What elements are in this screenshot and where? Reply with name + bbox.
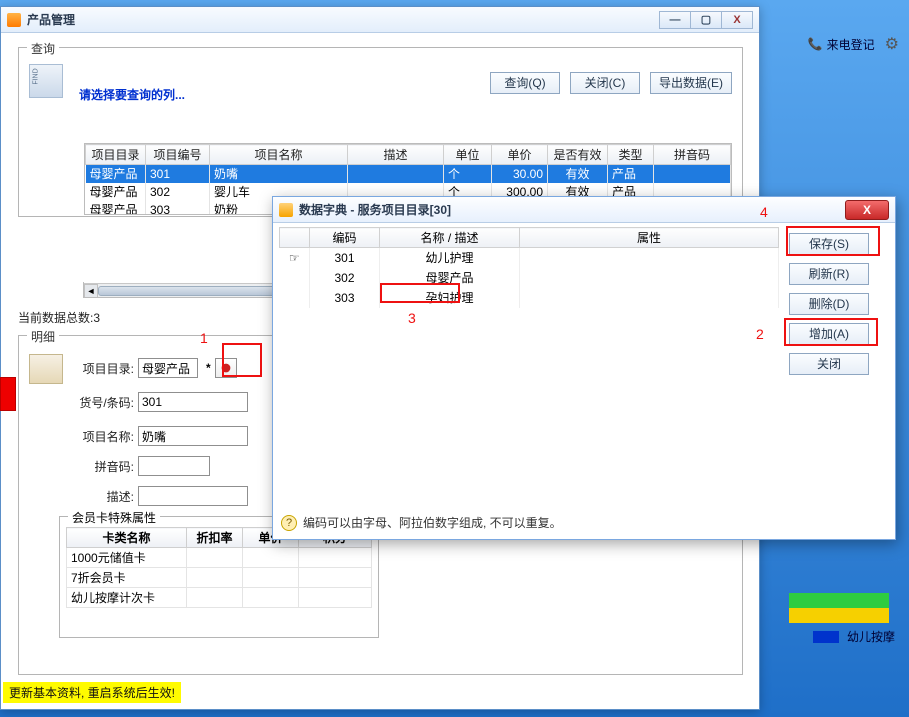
table-row[interactable]: 303 孕妇护理 <box>280 288 779 308</box>
caller-label: 来电登记 <box>827 36 875 53</box>
find-icon <box>29 64 63 98</box>
green-swatch <box>789 593 889 608</box>
pinyin-field[interactable] <box>138 456 210 476</box>
minimize-button[interactable]: — <box>659 11 691 29</box>
table-row[interactable]: 1000元储值卡 <box>67 548 372 568</box>
col-unit[interactable]: 单位 <box>444 145 492 165</box>
desc-field[interactable] <box>138 486 248 506</box>
maximize-button[interactable]: ▢ <box>690 11 722 29</box>
window-title: 产品管理 <box>27 11 75 28</box>
col-category[interactable]: 项目目录 <box>86 145 146 165</box>
caller-registration[interactable]: 📞 来电登记 ⚙ <box>808 34 899 54</box>
category-label: 项目目录: <box>74 360 134 377</box>
gear-icon[interactable]: ⚙ <box>885 34 899 54</box>
window-controls: — ▢ X <box>660 11 753 29</box>
query-legend: 查询 <box>27 40 59 57</box>
col-name[interactable]: 项目名称 <box>210 145 348 165</box>
code-label: 货号/条码: <box>74 394 134 411</box>
dlg-col-code[interactable]: 编码 <box>310 228 380 248</box>
refresh-button[interactable]: 刷新(R) <box>789 263 869 285</box>
pinyin-label: 拼音码: <box>74 458 134 475</box>
required-mark: * <box>206 361 211 375</box>
col-valid[interactable]: 是否有效 <box>548 145 608 165</box>
dlg-col-pointer <box>280 228 310 248</box>
dialog-close-button[interactable]: X <box>845 200 889 220</box>
dialog-title: 数据字典 - 服务项目目录[30] <box>299 201 451 218</box>
status-message: 更新基本资料, 重启系统后生效! <box>3 682 181 703</box>
export-button[interactable]: 导出数据(E) <box>650 72 732 94</box>
dialog-hint: ? 编码可以由字母、阿拉伯数字组成, 不可以重复。 <box>281 514 562 531</box>
app-icon <box>7 13 21 27</box>
legend-row: 幼儿按摩 <box>813 628 895 645</box>
hint-icon: ? <box>281 515 297 531</box>
annotation-number-3: 3 <box>408 310 416 326</box>
titlebar[interactable]: 产品管理 — ▢ X <box>1 7 759 33</box>
hint-text: 编码可以由字母、阿拉伯数字组成, 不可以重复。 <box>303 514 562 531</box>
dialog-titlebar[interactable]: 数据字典 - 服务项目目录[30] <box>273 197 895 223</box>
row-pointer-icon: ☞ <box>280 248 310 268</box>
detail-icon <box>29 354 63 384</box>
left-red-tab[interactable] <box>0 377 16 411</box>
card-col-name[interactable]: 卡类名称 <box>67 528 187 548</box>
legend-swatch-blue <box>813 631 839 643</box>
close-query-button[interactable]: 关闭(C) <box>570 72 640 94</box>
annotation-number-1: 1 <box>200 330 208 346</box>
annotation-number-4: 4 <box>760 204 768 220</box>
legend-label: 幼儿按摩 <box>847 628 895 645</box>
dialog-icon <box>279 203 293 217</box>
annotation-box-1 <box>222 343 262 377</box>
annotation-number-2: 2 <box>756 326 764 342</box>
delete-button[interactable]: 删除(D) <box>789 293 869 315</box>
results-header-row: 项目目录 项目编号 项目名称 描述 单位 单价 是否有效 类型 拼音码 <box>86 145 731 165</box>
table-row[interactable]: 幼儿按摩计次卡 <box>67 588 372 608</box>
annotation-box-2-add <box>784 318 878 346</box>
col-price[interactable]: 单价 <box>492 145 548 165</box>
annotation-box-3-cell <box>380 283 460 303</box>
card-col-discount[interactable]: 折扣率 <box>187 528 243 548</box>
name-label: 项目名称: <box>74 428 134 445</box>
table-row[interactable]: 7折会员卡 <box>67 568 372 588</box>
query-button[interactable]: 查询(Q) <box>490 72 560 94</box>
query-buttons: 查询(Q) 关闭(C) 导出数据(E) <box>490 72 732 94</box>
category-field[interactable] <box>138 358 198 378</box>
col-pinyin[interactable]: 拼音码 <box>654 145 731 165</box>
query-groupbox: 查询 请选择要查询的列... 查询(Q) 关闭(C) 导出数据(E) 项目目录 … <box>18 47 743 217</box>
dialog-close-text-button[interactable]: 关闭 <box>789 353 869 375</box>
col-type[interactable]: 类型 <box>608 145 654 165</box>
dlg-col-name[interactable]: 名称 / 描述 <box>380 228 520 248</box>
annotation-box-4-save <box>786 226 880 256</box>
dlg-col-attr[interactable]: 属性 <box>520 228 779 248</box>
table-row[interactable]: 302 母婴产品 <box>280 268 779 288</box>
total-count-label: 当前数据总数:3 <box>18 309 100 326</box>
name-field[interactable] <box>138 426 248 446</box>
member-card-legend: 会员卡特殊属性 <box>68 509 160 526</box>
yellow-swatch <box>789 608 889 623</box>
table-row[interactable]: ☞ 301 幼儿护理 <box>280 248 779 268</box>
code-field[interactable] <box>138 392 248 412</box>
table-row[interactable]: 母婴产品 301 奶嘴 个 30.00 有效 产品 <box>86 165 731 183</box>
query-prompt[interactable]: 请选择要查询的列... <box>79 86 185 103</box>
col-code[interactable]: 项目编号 <box>146 145 210 165</box>
col-desc[interactable]: 描述 <box>348 145 444 165</box>
desc-label: 描述: <box>74 488 134 505</box>
dialog-grid[interactable]: 编码 名称 / 描述 属性 ☞ 301 幼儿护理 302 母婴产品 303 孕妇… <box>279 227 779 497</box>
close-button[interactable]: X <box>721 11 753 29</box>
detail-legend: 明细 <box>27 328 59 345</box>
scroll-left-arrow[interactable]: ◄ <box>84 284 98 298</box>
phone-icon: 📞 <box>808 37 823 51</box>
